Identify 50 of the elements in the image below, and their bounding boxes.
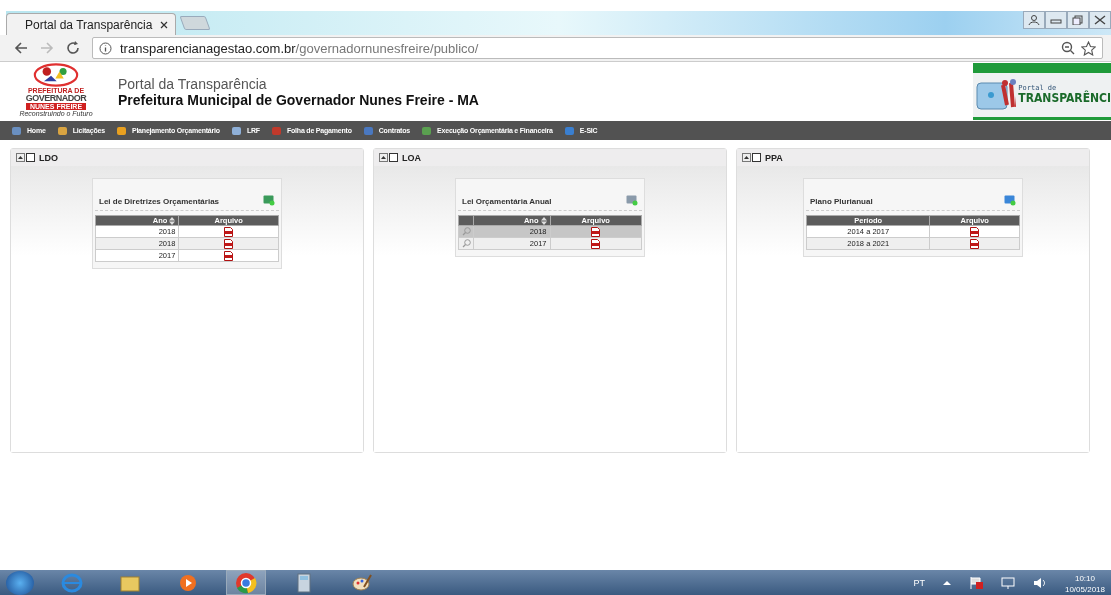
close-icon[interactable] [160,20,169,29]
menu-icon [12,126,21,135]
pdf-icon[interactable] [970,226,980,237]
language-indicator[interactable]: PT [913,577,925,588]
close-icon[interactable] [1089,11,1111,29]
menu-icon [564,126,574,135]
sort-icon[interactable] [169,217,176,225]
card-icon[interactable] [263,195,275,206]
menu-icon [363,126,373,135]
caret-icon[interactable] [942,579,951,586]
pdf-icon[interactable] [591,238,601,249]
chrome-icon[interactable] [226,570,266,595]
pdf-icon[interactable] [591,226,601,237]
back-icon[interactable] [14,41,28,55]
info-icon [99,41,112,55]
panel-title: LOA [402,152,421,163]
star-icon[interactable] [1081,40,1096,56]
panel-title: LDO [39,152,58,163]
pdf-icon[interactable] [970,238,980,249]
menu-icon [116,126,126,135]
portal-title: Portal da Transparência [118,75,268,92]
city-title: Prefeitura Municipal de Governador Nunes Freire - MA [118,91,479,108]
reload-icon[interactable] [66,41,80,55]
card-title: Plano Plurianual [810,197,873,206]
card-title: Lei Orçamentária Anual [462,197,552,206]
browser-tab[interactable]: Portal da Transparência [6,13,176,35]
address-field[interactable]: transparencianagestao.com.br/governadornunesfreire/publico/ [92,37,1103,59]
clock[interactable]: 10:10 10/05/2018 [1064,570,1105,595]
zoom-icon[interactable] [1061,41,1075,55]
flag-icon[interactable] [968,576,983,589]
panel-controls-icon[interactable] [379,153,399,162]
menu-icon [422,126,432,135]
menu-icon [57,126,67,135]
network-icon[interactable] [1000,576,1015,589]
pdf-icon[interactable] [224,250,234,261]
panel-controls-icon[interactable] [742,153,762,162]
speaker-icon[interactable] [1032,576,1047,589]
pdf-icon[interactable] [224,226,234,237]
user-icon[interactable] [1023,11,1045,29]
card-icon[interactable] [626,195,638,206]
restore-icon[interactable] [1067,11,1089,29]
sort-icon[interactable] [540,217,547,225]
panel-controls-icon[interactable] [16,153,36,162]
card-icon[interactable] [1004,195,1016,206]
menu-icon [271,126,281,135]
start-button[interactable] [6,570,34,595]
pdf-icon[interactable] [224,238,234,249]
menu-icon [231,126,241,135]
panel-title: PPA [765,152,783,163]
card-title: Lei de Diretrizes Orçamentárias [99,197,220,206]
